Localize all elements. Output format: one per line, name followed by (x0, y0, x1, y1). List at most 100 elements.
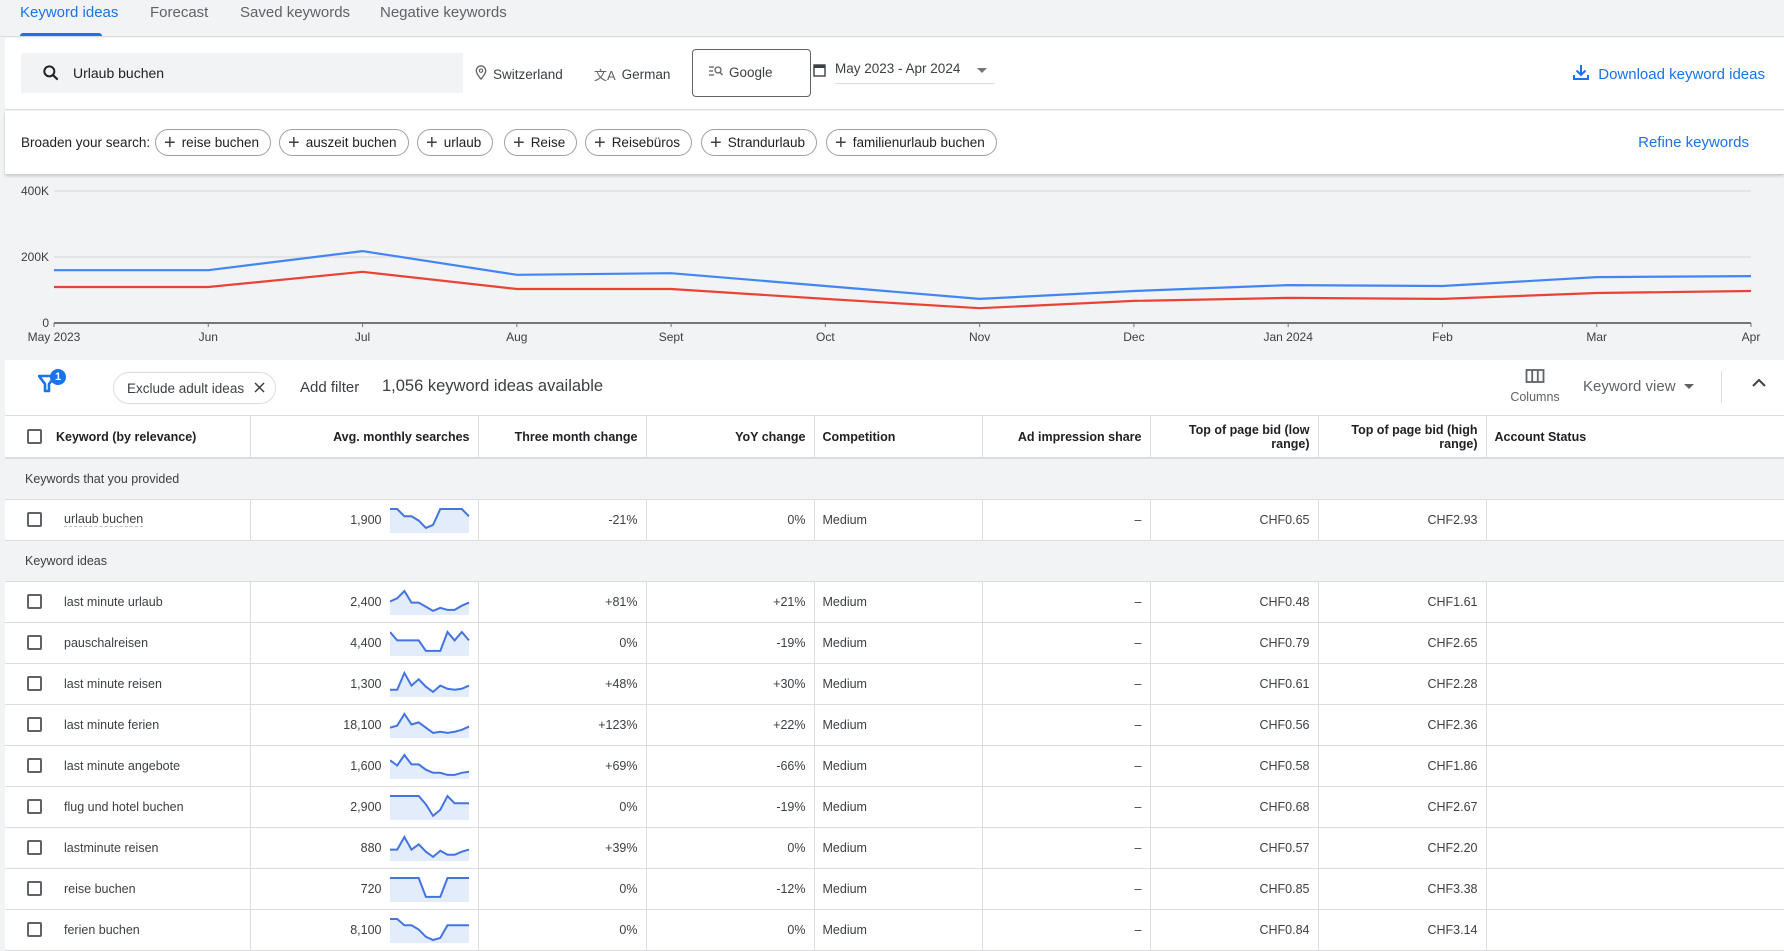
competition-cell: Medium (814, 868, 982, 909)
row-checkbox[interactable] (27, 676, 42, 691)
add-filter-button[interactable]: Add filter (300, 379, 359, 396)
keyword-cell: lastminute reisen (5, 827, 250, 868)
tab-forecast[interactable]: Forecast (150, 4, 208, 21)
trend-sparkline[interactable] (390, 794, 470, 820)
x-tick-label: May 2023 (28, 330, 81, 344)
column-header-account-status[interactable]: Account Status (1486, 416, 1784, 458)
column-header-competition[interactable]: Competition (814, 416, 982, 458)
refine-keywords-button[interactable]: Refine keywords (1638, 134, 1749, 151)
location-selector[interactable]: Switzerland (475, 65, 563, 83)
column-header-avg-searches[interactable]: Avg. monthly searches (250, 416, 478, 458)
table-row[interactable]: ferien buchen8,1000%0%Medium–CHF0.84CHF3… (5, 909, 1784, 950)
column-header-three-month-change[interactable]: Three month change (478, 416, 646, 458)
keyword-search-input[interactable]: Urlaub buchen (21, 53, 463, 93)
broaden-chip[interactable]: +auszeit buchen (279, 129, 409, 156)
avg-searches-value: 1,300 (350, 677, 381, 691)
language-selector[interactable]: 文A German (594, 65, 670, 84)
exclude-adult-ideas-chip[interactable]: Exclude adult ideas (113, 372, 276, 404)
keyword-cell: pauschalreisen (5, 622, 250, 663)
series-line-total (54, 251, 1751, 299)
broaden-chip[interactable]: +familienurlaub buchen (826, 129, 997, 156)
keyword-text: reise buchen (64, 882, 136, 896)
row-checkbox[interactable] (27, 512, 42, 527)
account-status-cell (1486, 704, 1784, 745)
search-volume-chart: 0200K400KMay 2023JunJulAugSeptOctNovDecJ… (0, 175, 1784, 358)
avg-searches-value: 8,100 (350, 923, 381, 937)
avg-searches-value: 4,400 (350, 636, 381, 650)
tab-negative-keywords[interactable]: Negative keywords (380, 4, 507, 21)
table-row[interactable]: reise buchen7200%-12%Medium–CHF0.85CHF3.… (5, 868, 1784, 909)
yoy-change-cell: 0% (646, 499, 814, 540)
bid-low-cell: CHF0.65 (1150, 499, 1318, 540)
table-row[interactable]: last minute angebote1,600+69%-66%Medium–… (5, 745, 1784, 786)
row-checkbox[interactable] (27, 635, 42, 650)
competition-cell: Medium (814, 745, 982, 786)
search-settings-bar: Urlaub buchen Switzerland 文A German Goog… (5, 38, 1784, 110)
bid-low-cell: CHF0.48 (1150, 581, 1318, 622)
competition-cell: Medium (814, 581, 982, 622)
keyword-cell: last minute reisen (5, 663, 250, 704)
yoy-change-cell: +22% (646, 704, 814, 745)
broaden-chip[interactable]: +Reise (504, 129, 577, 156)
date-range-selector[interactable]: May 2023 - Apr 2024 (835, 56, 995, 84)
broaden-chip[interactable]: +reise buchen (155, 129, 271, 156)
row-checkbox[interactable] (27, 799, 42, 814)
column-header-bid-low[interactable]: Top of page bid (low range) (1150, 416, 1318, 458)
account-status-cell (1486, 868, 1784, 909)
y-tick-label: 400K (21, 184, 49, 198)
trend-sparkline[interactable] (390, 671, 470, 697)
column-header-ad-impression-share[interactable]: Ad impression share (982, 416, 1150, 458)
keyword-text: last minute angebote (64, 759, 180, 773)
table-row[interactable]: pauschalreisen4,4000%-19%Medium–CHF0.79C… (5, 622, 1784, 663)
keyword-text: flug und hotel buchen (64, 800, 184, 814)
trend-sparkline[interactable] (390, 835, 470, 861)
collapse-chevron-up-icon[interactable] (1751, 375, 1767, 396)
columns-button[interactable]: Columns (1509, 368, 1561, 404)
trend-sparkline[interactable] (390, 753, 470, 779)
row-checkbox[interactable] (27, 840, 42, 855)
account-status-cell (1486, 499, 1784, 540)
row-checkbox[interactable] (27, 758, 42, 773)
trend-sparkline[interactable] (390, 589, 470, 615)
row-checkbox[interactable] (27, 881, 42, 896)
table-row[interactable]: flug und hotel buchen2,9000%-19%Medium–C… (5, 786, 1784, 827)
row-checkbox[interactable] (27, 922, 42, 937)
broaden-search-bar: Broaden your search: +reise buchen +ausz… (5, 111, 1784, 174)
account-status-cell (1486, 581, 1784, 622)
keyword-cell: last minute ferien (5, 704, 250, 745)
tab-keyword-ideas[interactable]: Keyword ideas (20, 4, 118, 21)
table-toolbar: 1 Exclude adult ideas Add filter 1,056 k… (5, 360, 1784, 416)
bid-high-cell: CHF1.86 (1318, 745, 1486, 786)
bid-low-cell: CHF0.84 (1150, 909, 1318, 950)
keyword-view-dropdown[interactable]: Keyword view (1583, 378, 1694, 395)
broaden-chip[interactable]: +Reisebüros (585, 129, 692, 156)
x-tick-label: Mar (1586, 330, 1607, 344)
keyword-cell: ferien buchen (5, 909, 250, 950)
keyword-cell: flug und hotel buchen (5, 786, 250, 827)
download-keyword-ideas-button[interactable]: Download keyword ideas (1572, 63, 1765, 85)
close-icon[interactable] (254, 381, 265, 396)
table-row[interactable]: lastminute reisen880+39%0%Medium–CHF0.57… (5, 827, 1784, 868)
select-all-checkbox[interactable] (27, 429, 42, 444)
column-header-yoy-change[interactable]: YoY change (646, 416, 814, 458)
table-row[interactable]: urlaub buchen1,900-21%0%Medium–CHF0.65CH… (5, 499, 1784, 540)
column-header-keyword[interactable]: Keyword (by relevance) (5, 416, 250, 458)
search-network-selector[interactable]: Google (692, 49, 811, 97)
tab-saved-keywords[interactable]: Saved keywords (240, 4, 350, 21)
table-row[interactable]: last minute reisen1,300+48%+30%Medium–CH… (5, 663, 1784, 704)
sparkline-area (390, 632, 469, 656)
table-row[interactable]: last minute ferien18,100+123%+22%Medium–… (5, 704, 1784, 745)
row-checkbox[interactable] (27, 717, 42, 732)
column-header-bid-high[interactable]: Top of page bid (high range) (1318, 416, 1486, 458)
trend-sparkline[interactable] (390, 876, 470, 902)
broaden-chip[interactable]: +Strandurlaub (701, 129, 817, 156)
table-row[interactable]: last minute urlaub2,400+81%+21%Medium–CH… (5, 581, 1784, 622)
trend-sparkline[interactable] (390, 712, 470, 738)
trend-sparkline[interactable] (390, 917, 470, 943)
chip-label: Strandurlaub (728, 135, 805, 150)
trend-sparkline[interactable] (390, 630, 470, 656)
row-checkbox[interactable] (27, 594, 42, 609)
trend-sparkline[interactable] (390, 507, 470, 533)
sparkline-area (390, 796, 469, 820)
broaden-chip[interactable]: +urlaub (417, 129, 493, 156)
